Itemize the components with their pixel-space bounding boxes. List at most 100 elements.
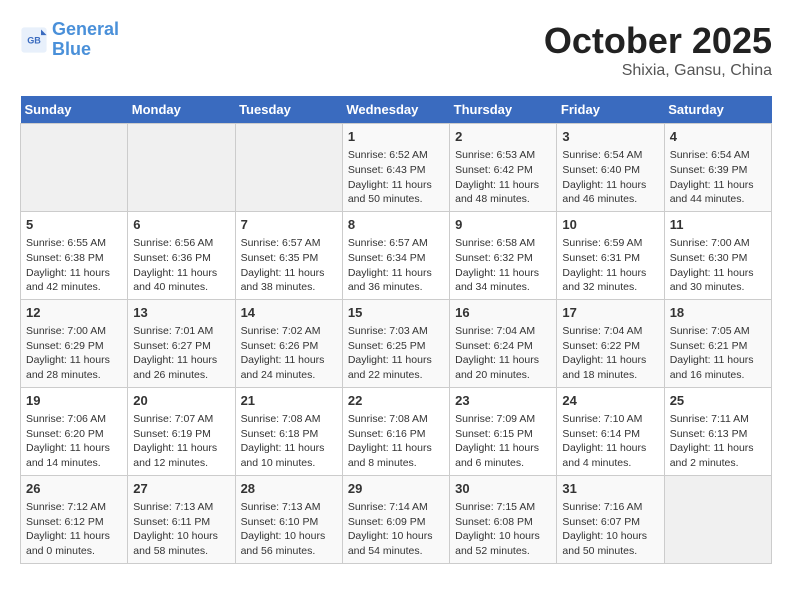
day-number: 3 <box>562 128 658 146</box>
day-number: 22 <box>348 392 444 410</box>
day-info: Sunrise: 6:55 AM Sunset: 6:38 PM Dayligh… <box>26 236 122 295</box>
logo-text: General Blue <box>52 20 119 60</box>
day-info: Sunrise: 7:03 AM Sunset: 6:25 PM Dayligh… <box>348 324 444 383</box>
day-info: Sunrise: 7:02 AM Sunset: 6:26 PM Dayligh… <box>241 324 337 383</box>
day-cell: 5Sunrise: 6:55 AM Sunset: 6:38 PM Daylig… <box>21 211 128 299</box>
day-number: 20 <box>133 392 229 410</box>
day-number: 30 <box>455 480 551 498</box>
day-cell: 15 Sunrise: 7:03 AM Sunset: 6:25 PM Dayli… <box>342 299 449 387</box>
week-row-1: 1 Sunrise: 6:52 AM Sunset: 6:43 PM Daylig… <box>21 124 772 212</box>
calendar-header: SundayMondayTuesdayWednesdayThursdayFrid… <box>21 96 772 124</box>
day-cell: 25 Sunrise: 7:11 AM Sunset: 6:13 PM Dayli… <box>664 387 771 475</box>
day-info: Sunrise: 7:10 AM Sunset: 6:14 PM Dayligh… <box>562 412 658 471</box>
day-number: 19 <box>26 392 122 410</box>
day-info: Sunrise: 6:57 AM Sunset: 6:34 PM Dayligh… <box>348 236 444 295</box>
day-info: Sunrise: 7:04 AM Sunset: 6:22 PM Dayligh… <box>562 324 658 383</box>
day-info: Sunrise: 6:52 AM Sunset: 6:43 PM Dayligh… <box>348 148 444 207</box>
day-cell <box>664 475 771 563</box>
day-info: Sunrise: 7:00 AM Sunset: 6:30 PM Dayligh… <box>670 236 766 295</box>
day-info: Sunrise: 7:15 AM Sunset: 6:08 PM Dayligh… <box>455 500 551 559</box>
week-row-5: 26Sunrise: 7:12 AM Sunset: 6:12 PM Dayli… <box>21 475 772 563</box>
day-info: Sunrise: 7:04 AM Sunset: 6:24 PM Dayligh… <box>455 324 551 383</box>
day-cell: 1 Sunrise: 6:52 AM Sunset: 6:43 PM Daylig… <box>342 124 449 212</box>
day-cell: 24 Sunrise: 7:10 AM Sunset: 6:14 PM Dayli… <box>557 387 664 475</box>
day-cell: 16 Sunrise: 7:04 AM Sunset: 6:24 PM Dayli… <box>450 299 557 387</box>
day-info: Sunrise: 7:08 AM Sunset: 6:16 PM Dayligh… <box>348 412 444 471</box>
day-number: 29 <box>348 480 444 498</box>
day-cell: 3Sunrise: 6:54 AM Sunset: 6:40 PM Daylig… <box>557 124 664 212</box>
day-number: 25 <box>670 392 766 410</box>
logo-icon: GB <box>20 26 48 54</box>
day-number: 21 <box>241 392 337 410</box>
day-info: Sunrise: 6:57 AM Sunset: 6:35 PM Dayligh… <box>241 236 337 295</box>
day-number: 9 <box>455 216 551 234</box>
day-info: Sunrise: 7:08 AM Sunset: 6:18 PM Dayligh… <box>241 412 337 471</box>
day-info: Sunrise: 7:01 AM Sunset: 6:27 PM Dayligh… <box>133 324 229 383</box>
day-number: 17 <box>562 304 658 322</box>
day-number: 18 <box>670 304 766 322</box>
header-friday: Friday <box>557 96 664 124</box>
day-cell: 28 Sunrise: 7:13 AM Sunset: 6:10 PM Dayli… <box>235 475 342 563</box>
location-subtitle: Shixia, Gansu, China <box>544 62 772 80</box>
day-cell: 10 Sunrise: 6:59 AM Sunset: 6:31 PM Dayli… <box>557 211 664 299</box>
header-wednesday: Wednesday <box>342 96 449 124</box>
day-number: 11 <box>670 216 766 234</box>
day-info: Sunrise: 7:11 AM Sunset: 6:13 PM Dayligh… <box>670 412 766 471</box>
day-number: 26 <box>26 480 122 498</box>
svg-text:GB: GB <box>27 35 41 45</box>
day-number: 2 <box>455 128 551 146</box>
day-number: 15 <box>348 304 444 322</box>
week-row-3: 12 Sunrise: 7:00 AM Sunset: 6:29 PM Dayli… <box>21 299 772 387</box>
day-number: 1 <box>348 128 444 146</box>
month-title: October 2025 <box>544 20 772 62</box>
day-cell: 20 Sunrise: 7:07 AM Sunset: 6:19 PM Dayli… <box>128 387 235 475</box>
day-cell <box>235 124 342 212</box>
day-info: Sunrise: 6:58 AM Sunset: 6:32 PM Dayligh… <box>455 236 551 295</box>
day-number: 10 <box>562 216 658 234</box>
day-cell: 14 Sunrise: 7:02 AM Sunset: 6:26 PM Dayli… <box>235 299 342 387</box>
day-cell: 8 Sunrise: 6:57 AM Sunset: 6:34 PM Daylig… <box>342 211 449 299</box>
header-saturday: Saturday <box>664 96 771 124</box>
day-number: 24 <box>562 392 658 410</box>
day-info: Sunrise: 6:54 AM Sunset: 6:39 PM Dayligh… <box>670 148 766 207</box>
day-cell <box>21 124 128 212</box>
day-cell: 17 Sunrise: 7:04 AM Sunset: 6:22 PM Dayli… <box>557 299 664 387</box>
day-number: 27 <box>133 480 229 498</box>
day-number: 13 <box>133 304 229 322</box>
title-block: October 2025 Shixia, Gansu, China <box>544 20 772 80</box>
day-cell: 12 Sunrise: 7:00 AM Sunset: 6:29 PM Dayli… <box>21 299 128 387</box>
day-cell: 29 Sunrise: 7:14 AM Sunset: 6:09 PM Dayli… <box>342 475 449 563</box>
day-info: Sunrise: 7:00 AM Sunset: 6:29 PM Dayligh… <box>26 324 122 383</box>
day-info: Sunrise: 6:53 AM Sunset: 6:42 PM Dayligh… <box>455 148 551 207</box>
day-info: Sunrise: 7:07 AM Sunset: 6:19 PM Dayligh… <box>133 412 229 471</box>
day-cell: 11 Sunrise: 7:00 AM Sunset: 6:30 PM Dayli… <box>664 211 771 299</box>
day-cell: 4Sunrise: 6:54 AM Sunset: 6:39 PM Daylig… <box>664 124 771 212</box>
week-row-4: 19 Sunrise: 7:06 AM Sunset: 6:20 PM Dayli… <box>21 387 772 475</box>
week-row-2: 5Sunrise: 6:55 AM Sunset: 6:38 PM Daylig… <box>21 211 772 299</box>
day-info: Sunrise: 7:06 AM Sunset: 6:20 PM Dayligh… <box>26 412 122 471</box>
day-number: 8 <box>348 216 444 234</box>
day-cell: 31Sunrise: 7:16 AM Sunset: 6:07 PM Dayli… <box>557 475 664 563</box>
day-cell: 23 Sunrise: 7:09 AM Sunset: 6:15 PM Dayli… <box>450 387 557 475</box>
day-info: Sunrise: 7:05 AM Sunset: 6:21 PM Dayligh… <box>670 324 766 383</box>
day-cell: 18 Sunrise: 7:05 AM Sunset: 6:21 PM Dayli… <box>664 299 771 387</box>
day-info: Sunrise: 7:14 AM Sunset: 6:09 PM Dayligh… <box>348 500 444 559</box>
day-number: 28 <box>241 480 337 498</box>
day-cell: 2 Sunrise: 6:53 AM Sunset: 6:42 PM Daylig… <box>450 124 557 212</box>
day-cell: 21 Sunrise: 7:08 AM Sunset: 6:18 PM Dayli… <box>235 387 342 475</box>
day-info: Sunrise: 7:13 AM Sunset: 6:11 PM Dayligh… <box>133 500 229 559</box>
day-cell: 9 Sunrise: 6:58 AM Sunset: 6:32 PM Daylig… <box>450 211 557 299</box>
day-info: Sunrise: 7:13 AM Sunset: 6:10 PM Dayligh… <box>241 500 337 559</box>
day-info: Sunrise: 6:59 AM Sunset: 6:31 PM Dayligh… <box>562 236 658 295</box>
day-number: 23 <box>455 392 551 410</box>
day-number: 12 <box>26 304 122 322</box>
day-cell: 27 Sunrise: 7:13 AM Sunset: 6:11 PM Dayli… <box>128 475 235 563</box>
day-cell: 7Sunrise: 6:57 AM Sunset: 6:35 PM Daylig… <box>235 211 342 299</box>
day-info: Sunrise: 6:56 AM Sunset: 6:36 PM Dayligh… <box>133 236 229 295</box>
day-number: 14 <box>241 304 337 322</box>
day-cell: 6Sunrise: 6:56 AM Sunset: 6:36 PM Daylig… <box>128 211 235 299</box>
day-cell: 13 Sunrise: 7:01 AM Sunset: 6:27 PM Dayli… <box>128 299 235 387</box>
day-cell: 26Sunrise: 7:12 AM Sunset: 6:12 PM Dayli… <box>21 475 128 563</box>
day-number: 16 <box>455 304 551 322</box>
day-info: Sunrise: 7:09 AM Sunset: 6:15 PM Dayligh… <box>455 412 551 471</box>
